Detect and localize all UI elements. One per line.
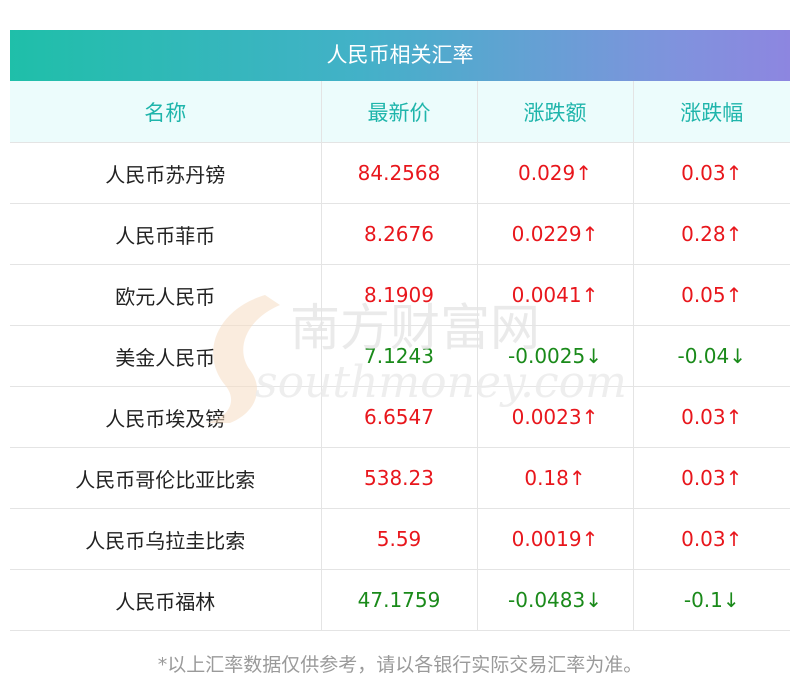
table-row: 人民币菲币 8.2676 0.0229↑ 0.28↑ — [10, 203, 790, 265]
currency-name-cell: 人民币菲币 — [10, 203, 321, 265]
table-row: 人民币福林 47.1759 -0.0483↓ -0.1↓ — [10, 569, 790, 631]
exchange-rate-panel: 人民币相关汇率 名称 最新价 涨跌额 涨跌幅 人民币苏丹镑 84.2568 0.02… — [10, 30, 790, 631]
table-row: 人民币乌拉圭比索 5.59 0.0019↑ 0.03↑ — [10, 508, 790, 570]
change-percent-cell: 0.03↑ — [632, 142, 790, 204]
table-row: 人民币苏丹镑 84.2568 0.029↑ 0.03↑ — [10, 142, 790, 204]
change-amount-cell: -0.0483↓ — [476, 569, 633, 631]
change-amount-cell: -0.0025↓ — [476, 325, 633, 387]
latest-price-cell: 84.2568 — [320, 142, 477, 204]
change-amount-cell: 0.18↑ — [476, 447, 633, 509]
change-amount-cell: 0.0019↑ — [476, 508, 633, 570]
latest-price-cell: 5.59 — [320, 508, 477, 570]
table-header-row: 名称 最新价 涨跌额 涨跌幅 — [10, 81, 790, 143]
change-amount-cell: 0.029↑ — [476, 142, 633, 204]
currency-name-cell: 欧元人民币 — [10, 264, 321, 326]
currency-name-cell: 人民币哥伦比亚比索 — [10, 447, 321, 509]
change-percent-cell: 0.28↑ — [632, 203, 790, 265]
latest-price-cell: 8.1909 — [320, 264, 477, 326]
change-percent-cell: 0.05↑ — [632, 264, 790, 326]
latest-price-cell: 538.23 — [320, 447, 477, 509]
currency-name-cell: 人民币埃及镑 — [10, 386, 321, 448]
column-header-percent: 涨跌幅 — [632, 81, 790, 143]
column-header-change: 涨跌额 — [476, 81, 633, 143]
change-percent-cell: -0.04↓ — [632, 325, 790, 387]
exchange-rate-table: 名称 最新价 涨跌额 涨跌幅 人民币苏丹镑 84.2568 0.029↑ 0.03↑ 人… — [10, 81, 790, 631]
change-percent-cell: 0.03↑ — [632, 447, 790, 509]
column-header-name: 名称 — [10, 81, 321, 143]
latest-price-cell: 7.1243 — [320, 325, 477, 387]
change-percent-cell: 0.03↑ — [632, 386, 790, 448]
currency-name-cell: 人民币乌拉圭比索 — [10, 508, 321, 570]
change-amount-cell: 0.0023↑ — [476, 386, 633, 448]
change-percent-cell: 0.03↑ — [632, 508, 790, 570]
column-header-price: 最新价 — [320, 81, 477, 143]
latest-price-cell: 6.6547 — [320, 386, 477, 448]
table-body: 人民币苏丹镑 84.2568 0.029↑ 0.03↑ 人民币菲币 8.2676 0.022… — [10, 142, 790, 631]
table-row: 人民币埃及镑 6.6547 0.0023↑ 0.03↑ — [10, 386, 790, 448]
latest-price-cell: 47.1759 — [320, 569, 477, 631]
panel-title: 人民币相关汇率 — [10, 30, 790, 81]
change-amount-cell: 0.0041↑ — [476, 264, 633, 326]
latest-price-cell: 8.2676 — [320, 203, 477, 265]
disclaimer-footnote: *以上汇率数据仅供参考，请以各银行实际交易汇率为准。 — [157, 654, 643, 676]
table-row: 美金人民币 7.1243 -0.0025↓ -0.04↓ — [10, 325, 790, 387]
table-row: 欧元人民币 8.1909 0.0041↑ 0.05↑ — [10, 264, 790, 326]
currency-name-cell: 人民币苏丹镑 — [10, 142, 321, 204]
currency-name-cell: 美金人民币 — [10, 325, 321, 387]
change-percent-cell: -0.1↓ — [632, 569, 790, 631]
table-row: 人民币哥伦比亚比索 538.23 0.18↑ 0.03↑ — [10, 447, 790, 509]
change-amount-cell: 0.0229↑ — [476, 203, 633, 265]
currency-name-cell: 人民币福林 — [10, 569, 321, 631]
